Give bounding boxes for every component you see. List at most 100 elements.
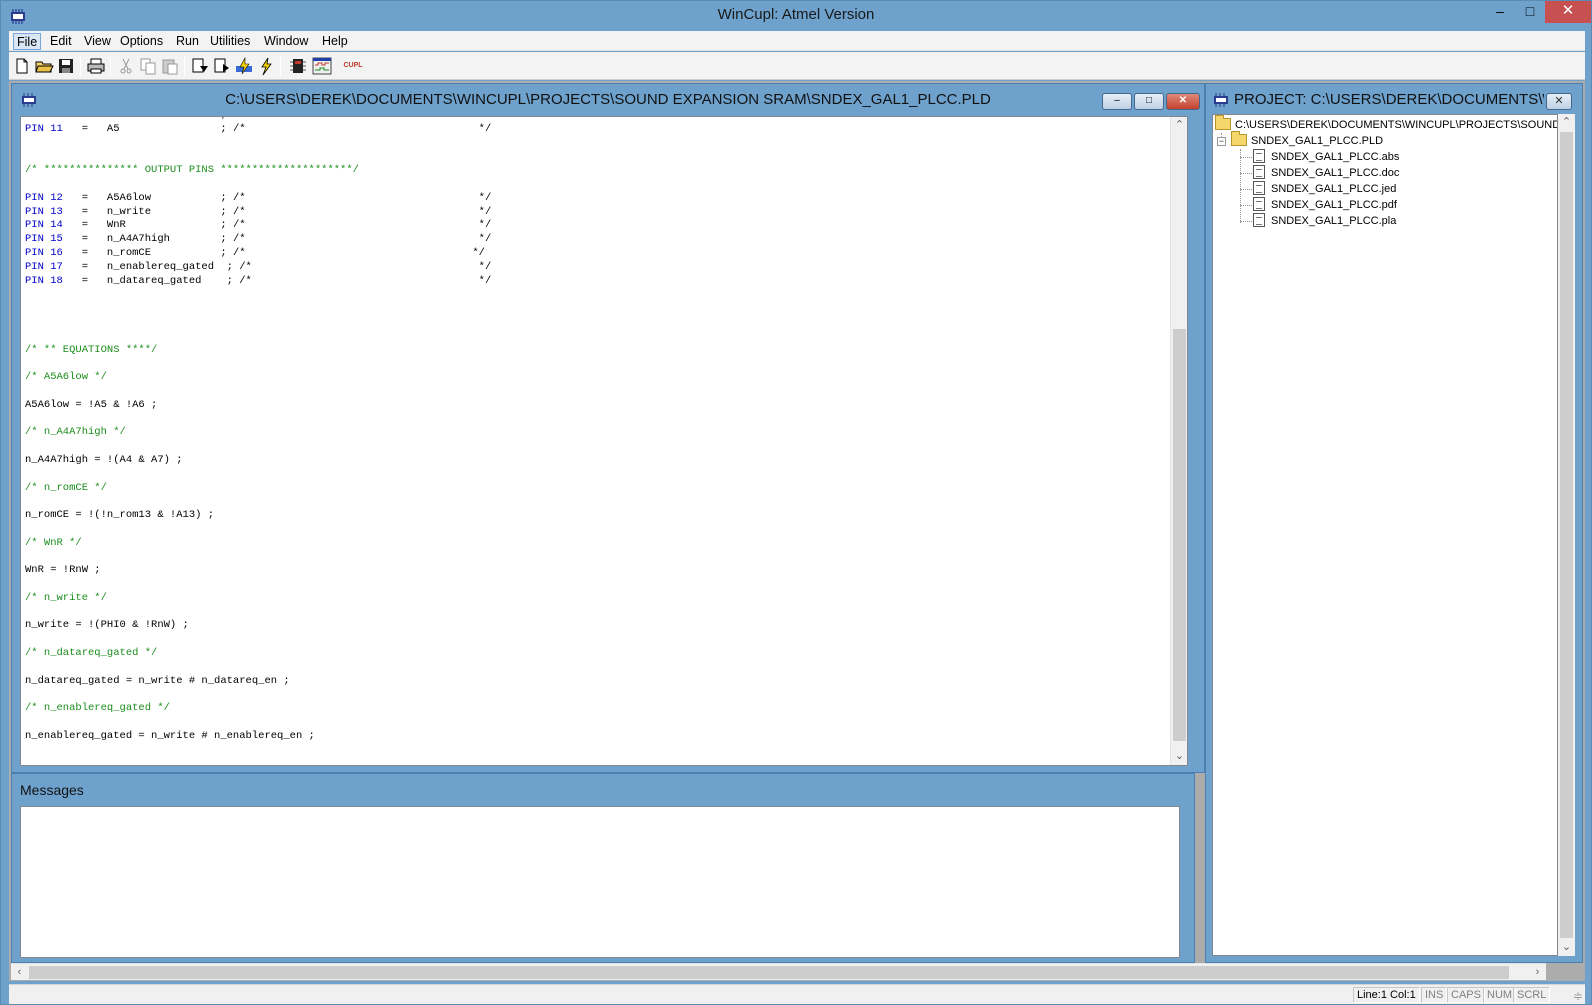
code-line[interactable] xyxy=(25,578,1165,592)
tree-file-item[interactable]: SNDEX_GAL1_PLCC.pla xyxy=(1253,213,1396,229)
scroll-up-icon[interactable]: ⌃ xyxy=(1171,117,1187,134)
title-bar[interactable]: WinCupl: Atmel Version – □ ✕ xyxy=(1,1,1591,31)
code-line[interactable] xyxy=(25,178,1165,192)
code-line[interactable] xyxy=(25,523,1165,537)
editor-minimize-button[interactable]: – xyxy=(1102,93,1132,110)
scroll-up-icon[interactable]: ⌃ xyxy=(1558,114,1575,131)
tree-pld-file[interactable]: − SNDEX_GAL1_PLCC.PLD xyxy=(1217,131,1383,149)
project-scroll-thumb[interactable] xyxy=(1560,132,1573,938)
code-text[interactable]: PIN 9 = -- ; /* */PIN 11 = A5 ; /* */ /* … xyxy=(25,117,1165,744)
code-line[interactable]: PIN 16 = n_romCE ; /* */ xyxy=(25,247,1165,261)
code-line[interactable]: n_romCE = !(!n_rom13 & !A13) ; xyxy=(25,509,1165,523)
menu-file[interactable]: File xyxy=(13,33,42,50)
resize-grip-icon[interactable]: ≑ xyxy=(1573,989,1583,1003)
code-line[interactable] xyxy=(25,413,1165,427)
scroll-right-icon[interactable]: › xyxy=(1529,964,1546,981)
menu-view[interactable]: View xyxy=(81,33,114,50)
editor-close-button[interactable]: ✕ xyxy=(1166,93,1200,110)
menu-options[interactable]: Options xyxy=(117,33,166,50)
code-line[interactable] xyxy=(25,495,1165,509)
editor-vertical-scrollbar[interactable]: ⌃ ⌄ xyxy=(1170,117,1187,765)
menu-utilities[interactable]: Utilities xyxy=(207,33,253,50)
code-line[interactable]: PIN 9 = -- ; /* */ xyxy=(25,117,1165,123)
code-line[interactable] xyxy=(25,385,1165,399)
code-line[interactable] xyxy=(25,330,1165,344)
tree-file-item[interactable]: SNDEX_GAL1_PLCC.doc xyxy=(1253,165,1399,181)
code-line[interactable] xyxy=(25,661,1165,675)
code-line[interactable]: PIN 11 = A5 ; /* */ xyxy=(25,123,1165,137)
print-button[interactable] xyxy=(85,55,107,77)
code-line[interactable]: A5A6low = !A5 & !A6 ; xyxy=(25,399,1165,413)
maximize-button[interactable]: □ xyxy=(1515,1,1545,23)
menu-help[interactable]: Help xyxy=(319,33,351,50)
compile-button[interactable] xyxy=(189,55,211,77)
new-file-button[interactable] xyxy=(11,55,33,77)
code-line[interactable] xyxy=(25,688,1165,702)
code-line[interactable] xyxy=(25,288,1165,302)
tree-file-item[interactable]: SNDEX_GAL1_PLCC.jed xyxy=(1253,181,1396,197)
code-editor[interactable]: PIN 9 = -- ; /* */PIN 11 = A5 ; /* */ /* … xyxy=(20,116,1188,766)
code-line[interactable] xyxy=(25,137,1165,151)
code-line[interactable]: PIN 13 = n_write ; /* */ xyxy=(25,206,1165,220)
editor-scroll-thumb[interactable] xyxy=(1173,329,1186,741)
program-button[interactable] xyxy=(255,55,277,77)
minimize-button[interactable]: – xyxy=(1485,1,1515,23)
tree-file-item[interactable]: SNDEX_GAL1_PLCC.abs xyxy=(1253,149,1399,165)
code-line[interactable] xyxy=(25,316,1165,330)
code-line[interactable]: /* *************** OUTPUT PINS *********… xyxy=(25,164,1165,178)
messages-window[interactable]: Messages xyxy=(11,773,1195,963)
code-line[interactable] xyxy=(25,468,1165,482)
code-line[interactable]: WnR = !RnW ; xyxy=(25,564,1165,578)
editor-restore-button[interactable]: □ xyxy=(1134,93,1164,110)
open-button[interactable] xyxy=(33,55,55,77)
scroll-down-icon[interactable]: ⌄ xyxy=(1558,939,1575,956)
code-line[interactable] xyxy=(25,440,1165,454)
project-close-button[interactable]: ✕ xyxy=(1546,93,1572,110)
code-line[interactable]: n_enablereq_gated = n_write # n_enablere… xyxy=(25,730,1165,744)
code-line[interactable]: /* n_romCE */ xyxy=(25,482,1165,496)
code-line[interactable] xyxy=(25,551,1165,565)
code-line[interactable] xyxy=(25,150,1165,164)
menu-window[interactable]: Window xyxy=(261,33,311,50)
code-line[interactable]: n_write = !(PHI0 & !RnW) ; xyxy=(25,619,1165,633)
project-vertical-scrollbar[interactable]: ⌃ ⌄ xyxy=(1558,114,1575,956)
code-line[interactable]: PIN 14 = WnR ; /* */ xyxy=(25,219,1165,233)
code-line[interactable]: PIN 15 = n_A4A7high ; /* */ xyxy=(25,233,1165,247)
tree-root-folder[interactable]: C:\USERS\DEREK\DOCUMENTS\WINCUPL\PROJECT… xyxy=(1215,115,1557,133)
code-line[interactable]: /* n_write */ xyxy=(25,592,1165,606)
code-line[interactable]: PIN 18 = n_datareq_gated ; /* */ xyxy=(25,275,1165,289)
project-tree[interactable]: C:\USERS\DEREK\DOCUMENTS\WINCUPL\PROJECT… xyxy=(1212,114,1558,956)
project-window[interactable]: PROJECT: C:\USERS\DEREK\DOCUMENTS\WI... … xyxy=(1205,83,1583,963)
menu-run[interactable]: Run xyxy=(173,33,202,50)
horizontal-scroll-thumb[interactable] xyxy=(29,966,1509,979)
chip-button[interactable] xyxy=(287,55,309,77)
cut-button[interactable] xyxy=(115,55,137,77)
menu-edit[interactable]: Edit xyxy=(47,33,75,50)
code-line[interactable]: /* n_datareq_gated */ xyxy=(25,647,1165,661)
paste-button[interactable] xyxy=(159,55,181,77)
scroll-down-icon[interactable]: ⌄ xyxy=(1171,748,1187,765)
collapse-icon[interactable]: − xyxy=(1217,137,1226,146)
waveform-button[interactable] xyxy=(311,55,333,77)
code-line[interactable]: /* n_A4A7high */ xyxy=(25,426,1165,440)
code-line[interactable]: /* A5A6low */ xyxy=(25,371,1165,385)
code-line[interactable]: PIN 17 = n_enablereq_gated ; /* */ xyxy=(25,261,1165,275)
messages-output[interactable] xyxy=(20,806,1180,958)
scroll-left-icon[interactable]: ‹ xyxy=(11,964,28,981)
editor-window[interactable]: C:\USERS\DEREK\DOCUMENTS\WINCUPL\PROJECT… xyxy=(11,83,1205,773)
editor-title-bar[interactable]: C:\USERS\DEREK\DOCUMENTS\WINCUPL\PROJECT… xyxy=(12,84,1204,114)
code-line[interactable]: /* n_enablereq_gated */ xyxy=(25,702,1165,716)
code-line[interactable]: PIN 12 = A5A6low ; /* */ xyxy=(25,192,1165,206)
copy-button[interactable] xyxy=(137,55,159,77)
device-dependent-compile-button[interactable] xyxy=(211,55,233,77)
close-button[interactable]: ✕ xyxy=(1545,1,1591,23)
code-line[interactable]: /* WnR */ xyxy=(25,537,1165,551)
code-line[interactable]: /* ** EQUATIONS ****/ xyxy=(25,344,1165,358)
code-line[interactable] xyxy=(25,357,1165,371)
code-line[interactable] xyxy=(25,302,1165,316)
code-line[interactable]: n_A4A7high = !(A4 & A7) ; xyxy=(25,454,1165,468)
save-button[interactable] xyxy=(55,55,77,77)
code-line[interactable] xyxy=(25,606,1165,620)
cupl-button[interactable]: CUPL xyxy=(341,55,365,77)
code-line[interactable]: n_datareq_gated = n_write # n_datareq_en… xyxy=(25,675,1165,689)
